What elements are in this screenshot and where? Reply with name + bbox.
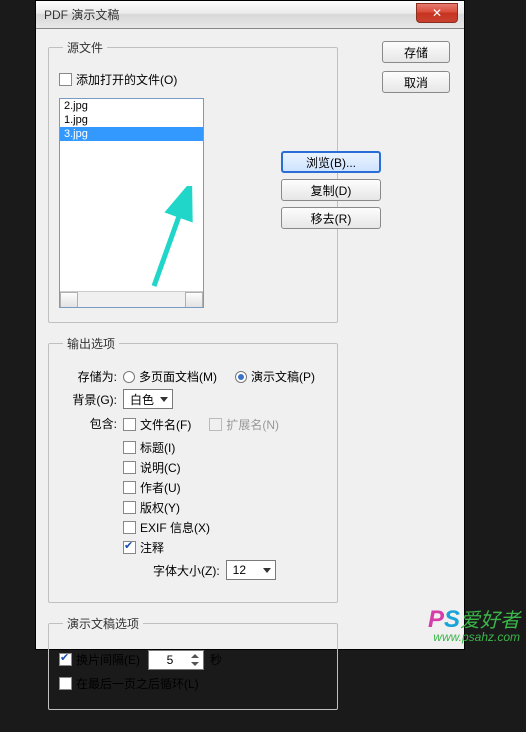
background-row: 背景(G): 白色	[59, 389, 327, 409]
checkbox-icon	[123, 521, 136, 534]
cancel-button[interactable]: 取消	[382, 71, 450, 93]
title-checkbox[interactable]: 标题(I)	[123, 439, 327, 456]
checkbox-icon	[209, 418, 222, 431]
horizontal-scrollbar[interactable]	[60, 291, 203, 307]
present-legend: 演示文稿选项	[63, 615, 143, 632]
filename-checkbox[interactable]: 文件名(F)	[123, 416, 191, 433]
seconds-suffix: 秒	[210, 651, 222, 668]
extension-checkbox: 扩展名(N)	[209, 416, 279, 433]
source-buttons: 浏览(B)... 复制(D) 移去(R)	[281, 151, 381, 235]
font-size-row: 字体大小(Z): 12	[153, 560, 327, 580]
background-label: 背景(G):	[59, 391, 117, 408]
loop-checkbox[interactable]: 在最后一页之后循环(L)	[59, 675, 327, 692]
close-icon: ✕	[432, 6, 442, 20]
description-checkbox[interactable]: 说明(C)	[123, 459, 327, 476]
checkbox-icon	[59, 677, 72, 690]
radio-icon	[123, 371, 135, 383]
presentation-radio[interactable]: 演示文稿(P)	[235, 368, 315, 385]
save-as-label: 存储为:	[59, 368, 117, 385]
watermark: PS爱好者 www.psahz.com	[428, 604, 520, 644]
save-as-row: 存储为: 多页面文档(M) 演示文稿(P)	[59, 368, 327, 385]
close-button[interactable]: ✕	[416, 3, 458, 23]
background-combo[interactable]: 白色	[123, 389, 173, 409]
checkbox-icon	[123, 501, 136, 514]
remove-button[interactable]: 移去(R)	[281, 207, 381, 229]
source-legend: 源文件	[63, 39, 107, 56]
advance-row: 换片间隔(E) 5 秒	[59, 648, 327, 671]
checkbox-icon	[59, 653, 72, 666]
font-size-label: 字体大小(Z):	[153, 562, 220, 579]
dialog-body: 源文件 添加打开的文件(O) 2.jpg 1.jpg 3.jpg 浏览(B)..…	[36, 29, 464, 732]
checkbox-icon	[123, 441, 136, 454]
seconds-spinner[interactable]: 5	[148, 650, 204, 670]
radio-icon	[235, 371, 247, 383]
output-options-group: 输出选项 存储为: 多页面文档(M) 演示文稿(P) 背景(G): 白色 包含:	[48, 335, 338, 603]
multi-page-radio[interactable]: 多页面文档(M)	[123, 368, 217, 385]
file-listbox[interactable]: 2.jpg 1.jpg 3.jpg	[59, 98, 204, 308]
save-button[interactable]: 存储	[382, 41, 450, 63]
list-item[interactable]: 2.jpg	[60, 99, 203, 113]
browse-button[interactable]: 浏览(B)...	[281, 151, 381, 173]
notes-checkbox[interactable]: 注释	[123, 539, 327, 556]
output-legend: 输出选项	[63, 335, 119, 352]
list-item[interactable]: 1.jpg	[60, 113, 203, 127]
checkbox-icon	[123, 418, 136, 431]
include-row: 包含: 文件名(F) 扩展名(N) 标题(I) 说明(C) 作者(U) 版权(Y…	[59, 413, 327, 584]
author-checkbox[interactable]: 作者(U)	[123, 479, 327, 496]
checkbox-icon	[123, 461, 136, 474]
checkbox-icon	[123, 481, 136, 494]
pdf-presentation-dialog: PDF 演示文稿 ✕ 存储 取消 源文件 添加打开的文件(O) 2.jpg 1.…	[35, 0, 465, 650]
action-column: 存储 取消	[382, 41, 452, 101]
list-item-selected[interactable]: 3.jpg	[60, 127, 203, 141]
checkbox-icon	[123, 541, 136, 554]
copyright-checkbox[interactable]: 版权(Y)	[123, 499, 327, 516]
exif-checkbox[interactable]: EXIF 信息(X)	[123, 519, 327, 536]
add-open-files-checkbox[interactable]: 添加打开的文件(O)	[59, 71, 327, 88]
advance-checkbox[interactable]: 换片间隔(E)	[59, 651, 140, 668]
duplicate-button[interactable]: 复制(D)	[281, 179, 381, 201]
titlebar: PDF 演示文稿 ✕	[36, 1, 464, 29]
checkbox-icon	[59, 73, 72, 86]
presentation-options-group: 演示文稿选项 换片间隔(E) 5 秒 在最后一页之后循环(L)	[48, 615, 338, 710]
include-label: 包含:	[59, 415, 117, 432]
dialog-title: PDF 演示文稿	[44, 6, 119, 23]
font-size-combo[interactable]: 12	[226, 560, 276, 580]
